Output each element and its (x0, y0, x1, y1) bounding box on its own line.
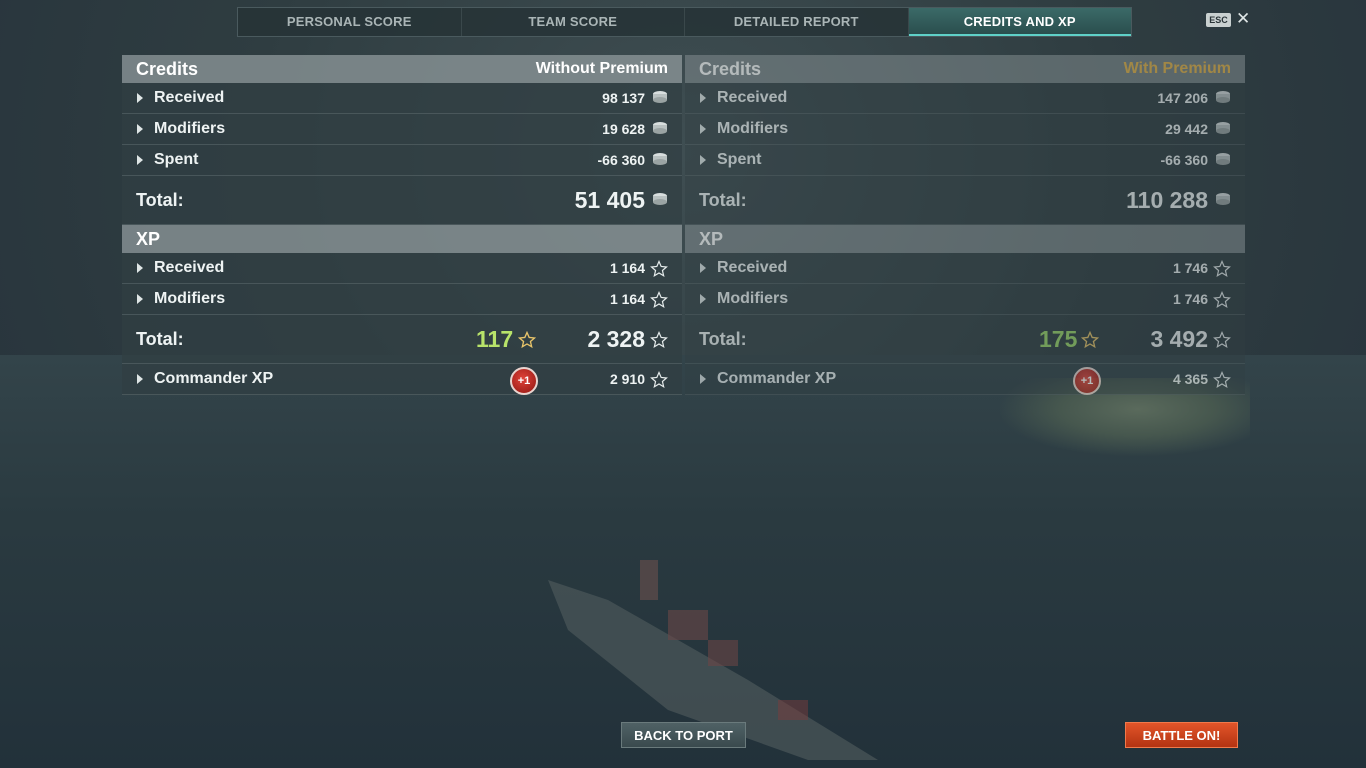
credits-icon (1216, 193, 1230, 205)
credits-received-row[interactable]: Received 98 137 (122, 83, 682, 114)
credits-received-row[interactable]: Received 147 206 (685, 83, 1245, 114)
credits-spent-row[interactable]: Spent -66 360 (685, 145, 1245, 176)
xp-title: XP (699, 228, 724, 249)
star-icon (1213, 260, 1231, 277)
credits-icon (653, 91, 667, 103)
battle-on-button[interactable]: BATTLE ON! (1125, 722, 1238, 748)
credits-title: Credits (699, 58, 762, 79)
commander-xp-value: 4 365 (1172, 371, 1208, 387)
credits-value: 147 206 (1157, 90, 1208, 106)
expand-arrow-icon (700, 124, 706, 134)
expand-arrow-icon (700, 263, 706, 273)
panel-without-premium: Credits Without Premium Received 98 137 … (122, 55, 682, 395)
xp-received-row[interactable]: Received 1 746 (685, 253, 1245, 284)
commander-level-badge: +1 (1073, 367, 1101, 395)
credits-icon (653, 193, 667, 205)
expand-arrow-icon (700, 155, 706, 165)
credits-icon (653, 153, 667, 165)
esc-key-hint: ESC (1206, 13, 1231, 27)
xp-total-row: Total: 175 3 492 (685, 315, 1245, 364)
result-tabs: PERSONAL SCORE TEAM SCORE DETAILED REPOR… (237, 7, 1132, 37)
xp-header: XP (685, 225, 1245, 253)
star-icon (650, 331, 668, 348)
credits-icon (653, 122, 667, 134)
commander-xp-row[interactable]: Commander XP +1 4 365 (685, 364, 1245, 395)
credits-value: 98 137 (602, 90, 645, 106)
expand-arrow-icon (137, 124, 143, 134)
expand-arrow-icon (700, 93, 706, 103)
commander-level-badge: +1 (510, 367, 538, 395)
credits-modifiers-row[interactable]: Modifiers 29 442 (685, 114, 1245, 145)
xp-value: 1 746 (1172, 260, 1208, 276)
star-icon (650, 371, 668, 388)
xp-value: 1 164 (609, 260, 645, 276)
credits-header: Credits Without Premium (122, 55, 682, 83)
credits-total-value: 110 288 (1126, 186, 1208, 213)
xp-total-row: Total: 117 2 328 (122, 315, 682, 364)
free-xp-value: 175 (1039, 325, 1078, 352)
xp-value: 1 746 (1172, 291, 1208, 307)
xp-total-value: 3 492 (1150, 325, 1208, 352)
xp-value: 1 164 (609, 291, 645, 307)
back-to-port-button[interactable]: BACK TO PORT (621, 722, 746, 748)
credits-value: 29 442 (1165, 121, 1208, 137)
tab-personal-score[interactable]: PERSONAL SCORE (238, 8, 462, 36)
xp-modifiers-row[interactable]: Modifiers 1 164 (122, 284, 682, 315)
close-icon[interactable]: ✕ (1236, 9, 1250, 29)
tab-credits-and-xp[interactable]: CREDITS AND XP (908, 8, 1131, 36)
expand-arrow-icon (700, 374, 706, 384)
xp-header: XP (122, 225, 682, 253)
credits-icon (1216, 91, 1230, 103)
credits-icon (1216, 153, 1230, 165)
expand-arrow-icon (137, 263, 143, 273)
credits-value: 19 628 (602, 121, 645, 137)
panel-subtitle: Without Premium (535, 60, 668, 77)
star-icon (650, 260, 668, 277)
credits-total-row: Total: 110 288 (685, 176, 1245, 225)
panel-with-premium: Credits With Premium Received 147 206 Mo… (685, 55, 1245, 395)
tab-detailed-report[interactable]: DETAILED REPORT (685, 8, 909, 36)
free-xp-value: 117 (476, 325, 514, 352)
star-icon (1213, 291, 1231, 308)
expand-arrow-icon (137, 93, 143, 103)
expand-arrow-icon (137, 374, 143, 384)
xp-received-row[interactable]: Received 1 164 (122, 253, 682, 284)
credits-title: Credits (136, 58, 199, 79)
credits-value: -66 360 (597, 152, 645, 168)
expand-arrow-icon (700, 294, 706, 304)
star-icon (1213, 331, 1231, 348)
credits-modifiers-row[interactable]: Modifiers 19 628 (122, 114, 682, 145)
credits-icon (1216, 122, 1230, 134)
panel-subtitle: With Premium (1123, 60, 1231, 77)
expand-arrow-icon (137, 155, 143, 165)
credits-total-value: 51 405 (574, 186, 645, 213)
commander-xp-row[interactable]: Commander XP +1 2 910 (122, 364, 682, 395)
xp-title: XP (136, 228, 161, 249)
credits-header: Credits With Premium (685, 55, 1245, 83)
star-icon (650, 291, 668, 308)
star-icon (1213, 371, 1231, 388)
xp-total-value: 2 328 (587, 325, 645, 352)
free-xp-star-icon (518, 331, 536, 349)
expand-arrow-icon (137, 294, 143, 304)
credits-total-row: Total: 51 405 (122, 176, 682, 225)
credits-value: -66 360 (1160, 152, 1208, 168)
free-xp-star-icon (1081, 331, 1099, 349)
tab-team-score[interactable]: TEAM SCORE (462, 8, 685, 36)
commander-xp-value: 2 910 (609, 371, 645, 387)
xp-modifiers-row[interactable]: Modifiers 1 746 (685, 284, 1245, 315)
credits-spent-row[interactable]: Spent -66 360 (122, 145, 682, 176)
